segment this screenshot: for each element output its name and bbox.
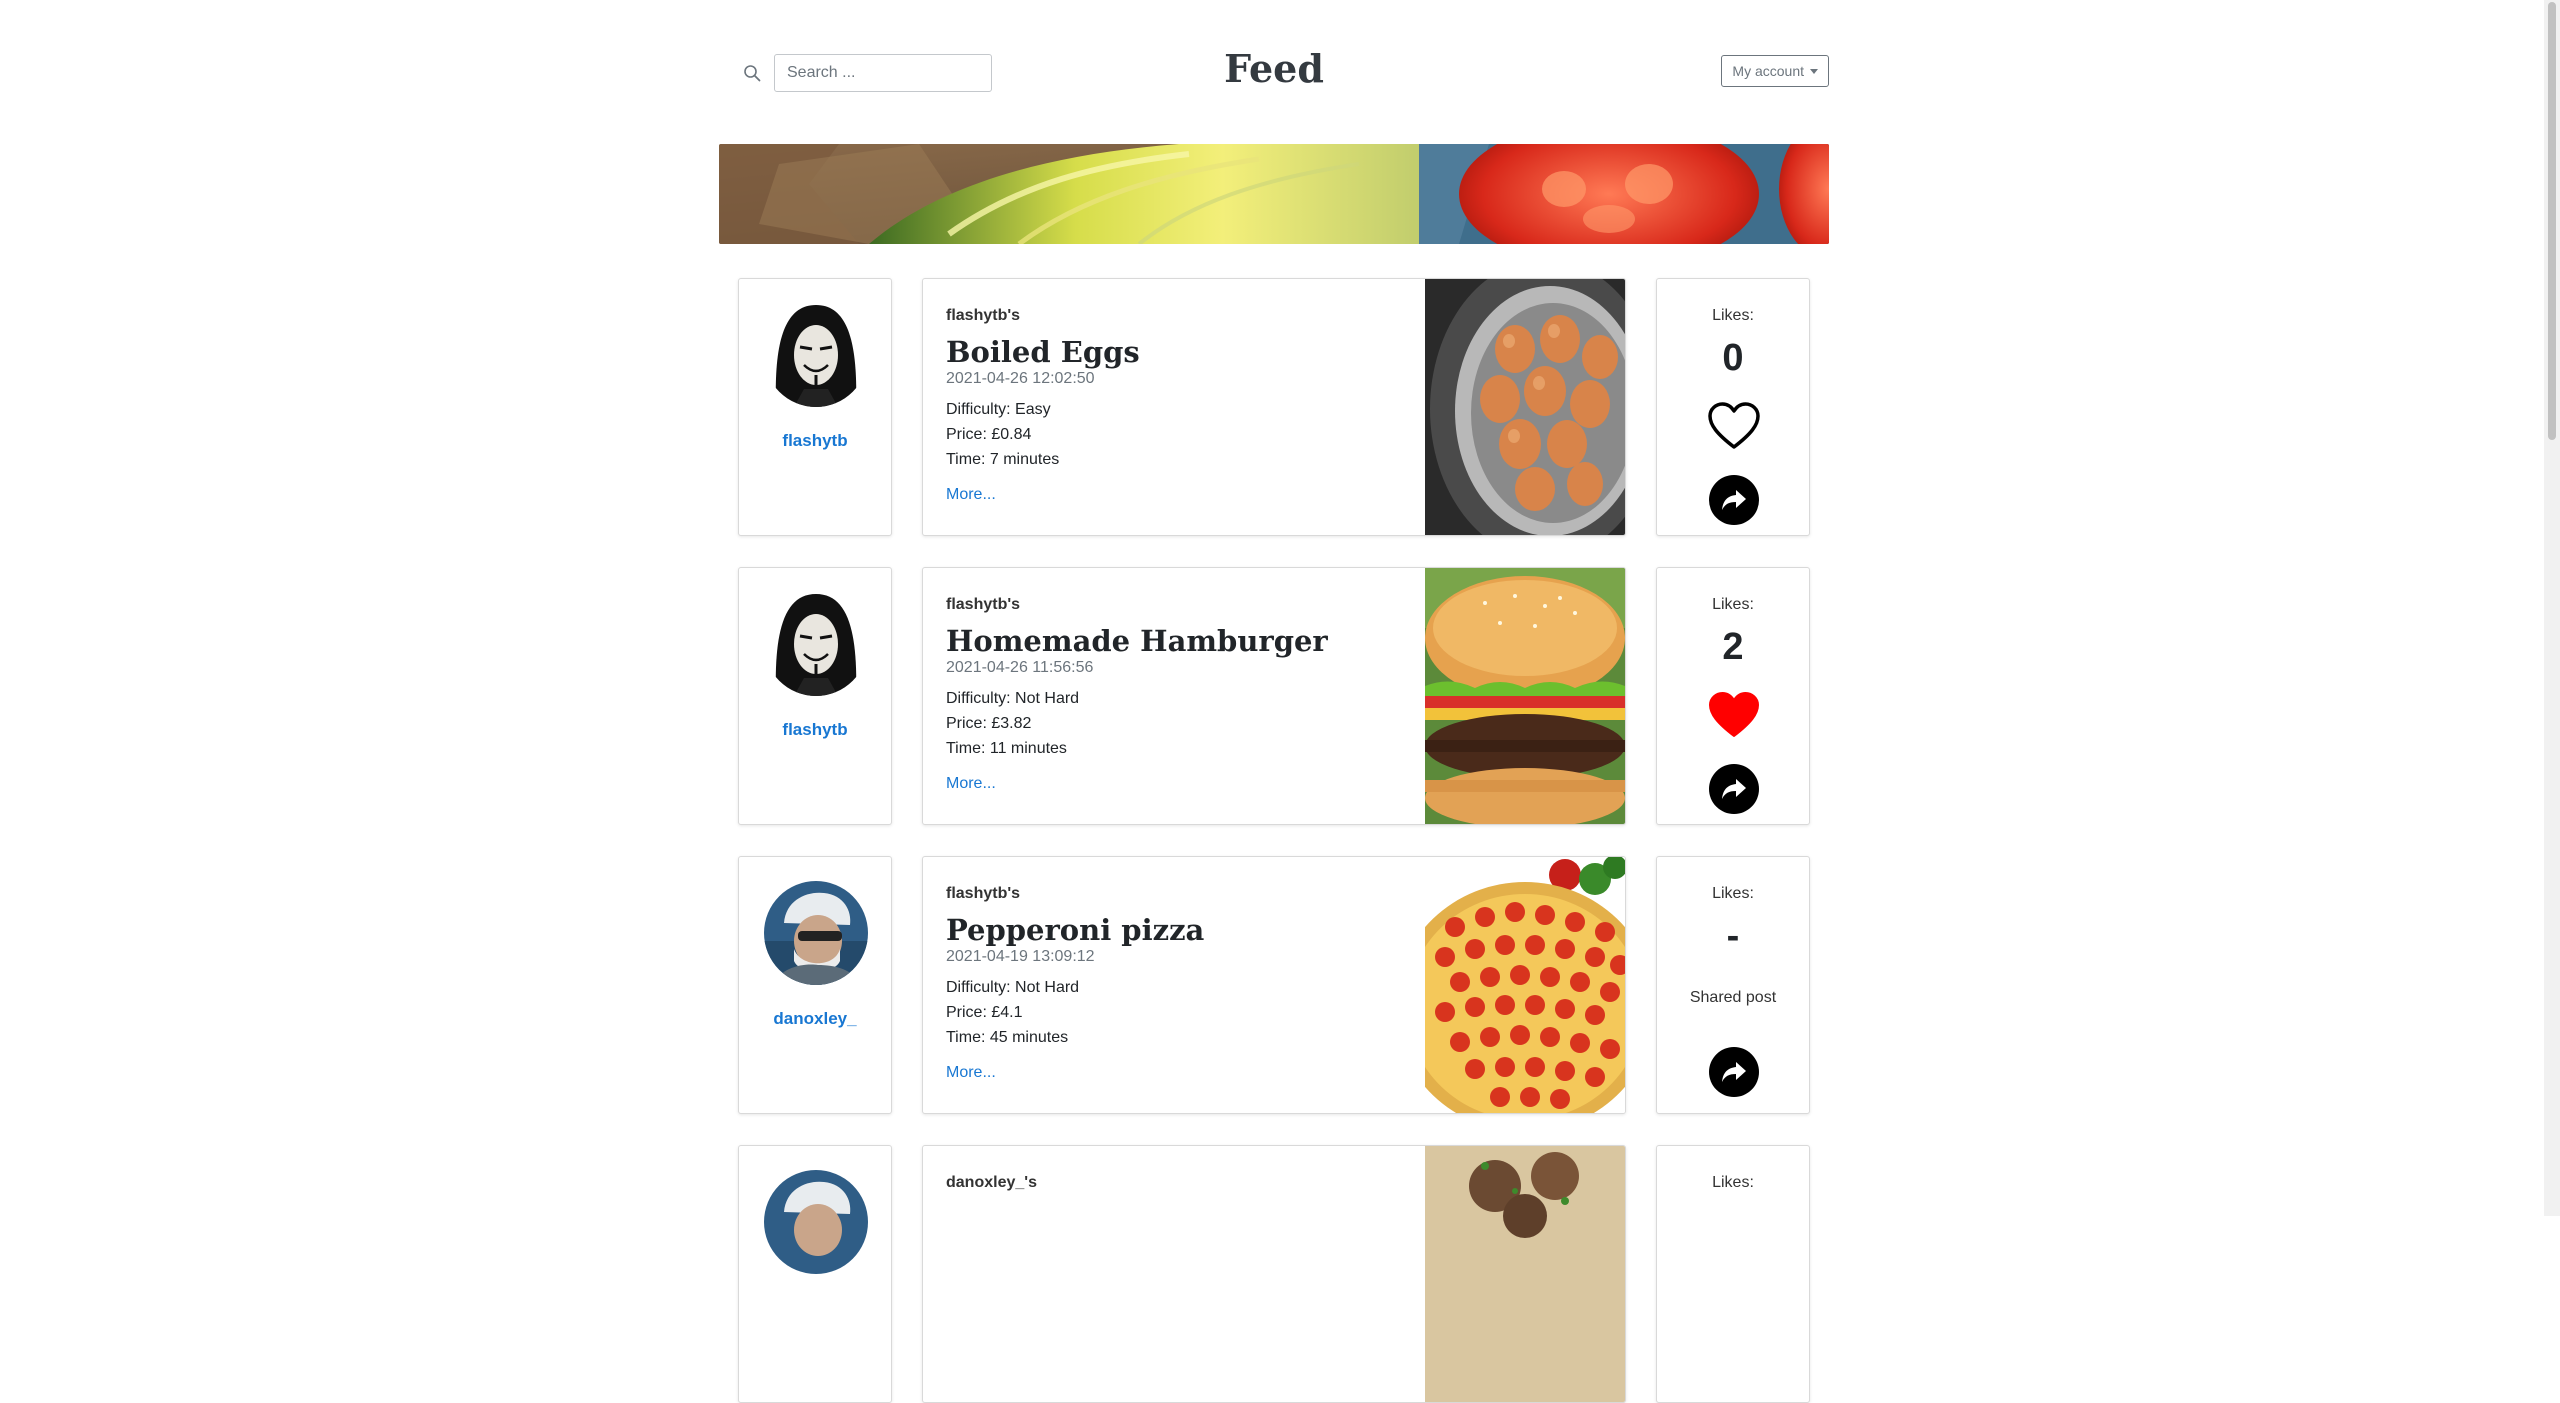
- share-arrow-icon: [1722, 490, 1746, 510]
- share-arrow-icon: [1722, 1062, 1746, 1082]
- username-link[interactable]: flashytb: [739, 720, 891, 740]
- share-button[interactable]: [1709, 1047, 1759, 1097]
- post-date: 2021-04-26 11:56:56: [946, 659, 1094, 676]
- page-title: Feed: [1224, 46, 1324, 91]
- likes-card: Likes:: [1656, 1145, 1810, 1403]
- difficulty-text: Difficulty: Not Hard: [946, 979, 1080, 996]
- likes-card: Likes: 2: [1656, 567, 1810, 825]
- difficulty-text: Difficulty: Not Hard: [946, 690, 1080, 707]
- share-button[interactable]: [1709, 475, 1759, 525]
- post-owner: danoxley_'s: [946, 1174, 1037, 1191]
- username-link[interactable]: danoxley_: [739, 1009, 891, 1029]
- recipe-image[interactable]: [1425, 1146, 1625, 1403]
- banner-image: [719, 144, 1829, 244]
- likes-label: Likes:: [1712, 307, 1754, 324]
- likes-label: Likes:: [1712, 885, 1754, 902]
- difficulty-text: Difficulty: Easy: [946, 401, 1051, 418]
- price-text: Price: £0.84: [946, 426, 1032, 443]
- feed-post: danoxley_ flashytb's Pepperoni pizza 202…: [738, 856, 1810, 1114]
- likes-count: 0: [1722, 337, 1744, 379]
- author-card: flashytb: [738, 567, 892, 825]
- likes-card: Likes: - Shared post: [1656, 856, 1810, 1114]
- recipe-image[interactable]: [1425, 857, 1625, 1114]
- likes-card: Likes: 0: [1656, 278, 1810, 536]
- username-link[interactable]: flashytb: [739, 431, 891, 451]
- heart-filled-icon[interactable]: [1707, 690, 1761, 740]
- author-card: danoxley_: [738, 856, 892, 1114]
- feed-post: flashytb flashytb's Boiled Eggs 2021-04-…: [738, 278, 1810, 536]
- shared-post-text: Shared post: [1689, 989, 1777, 1006]
- time-text: Time: 45 minutes: [946, 1029, 1069, 1046]
- avatar[interactable]: [764, 881, 868, 985]
- scrollbar[interactable]: [2544, 0, 2560, 1216]
- my-account-label: My account: [1732, 63, 1804, 79]
- feed-post: flashytb flashytb's Homemade Hamburger 2…: [738, 567, 1810, 825]
- author-card: [738, 1145, 892, 1403]
- time-text: Time: 7 minutes: [946, 451, 1060, 468]
- post-owner: flashytb's: [946, 307, 1021, 324]
- post-owner: flashytb's: [946, 596, 1021, 613]
- more-link[interactable]: More...: [946, 486, 996, 504]
- likes-count: 2: [1722, 626, 1744, 668]
- price-text: Price: £4.1: [946, 1004, 1023, 1021]
- post-card: flashytb's Homemade Hamburger 2021-04-26…: [922, 567, 1626, 825]
- time-text: Time: 11 minutes: [946, 740, 1067, 757]
- recipe-title[interactable]: Homemade Hamburger: [946, 624, 1426, 658]
- recipe-title[interactable]: Pepperoni pizza: [946, 913, 1426, 947]
- feed-post: danoxley_'s Likes:: [738, 1145, 1810, 1403]
- post-date: 2021-04-26 12:02:50: [946, 370, 1095, 387]
- avatar[interactable]: [764, 1170, 868, 1274]
- recipe-image[interactable]: [1425, 568, 1625, 825]
- share-arrow-icon: [1722, 779, 1746, 799]
- likes-label: Likes:: [1712, 596, 1754, 613]
- caret-down-icon: [1810, 68, 1818, 74]
- heart-outline-icon[interactable]: [1707, 401, 1761, 451]
- price-text: Price: £3.82: [946, 715, 1032, 732]
- likes-count: -: [1726, 915, 1740, 957]
- my-account-dropdown[interactable]: My account: [1721, 55, 1829, 87]
- likes-label: Likes:: [1712, 1174, 1754, 1191]
- avatar[interactable]: [764, 592, 868, 696]
- scrollbar-thumb[interactable]: [2548, 2, 2556, 440]
- recipe-image[interactable]: [1425, 279, 1625, 536]
- post-card: flashytb's Pepperoni pizza 2021-04-19 13…: [922, 856, 1626, 1114]
- share-button[interactable]: [1709, 764, 1759, 814]
- author-card: flashytb: [738, 278, 892, 536]
- header: Feed My account: [719, 40, 1829, 104]
- post-date: 2021-04-19 13:09:12: [946, 948, 1095, 965]
- more-link[interactable]: More...: [946, 1064, 996, 1082]
- post-card: danoxley_'s: [922, 1145, 1626, 1403]
- post-owner: flashytb's: [946, 885, 1021, 902]
- more-link[interactable]: More...: [946, 775, 996, 793]
- post-card: flashytb's Boiled Eggs 2021-04-26 12:02:…: [922, 278, 1626, 536]
- recipe-title[interactable]: Boiled Eggs: [946, 335, 1426, 369]
- avatar[interactable]: [764, 303, 868, 407]
